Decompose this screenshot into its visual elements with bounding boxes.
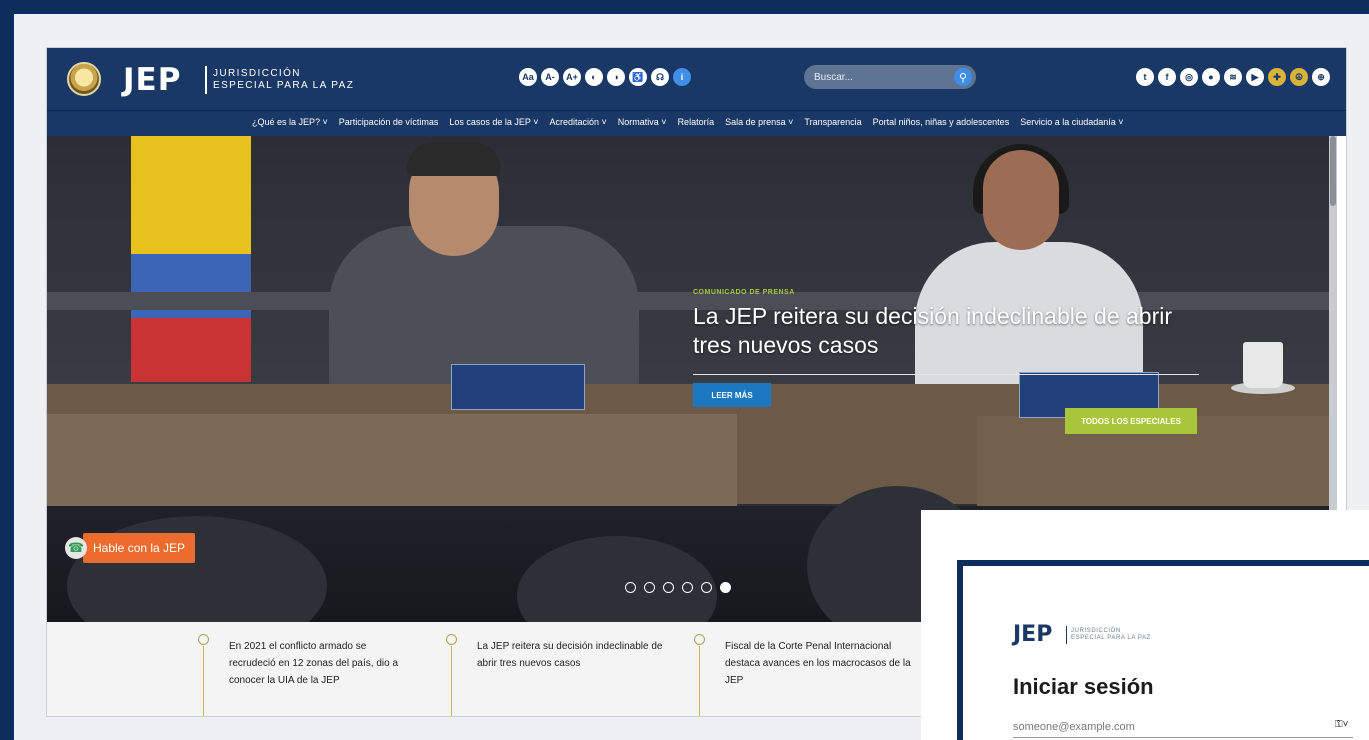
login-logo-divider: [1066, 626, 1067, 644]
hero-photo-nameplate: [451, 364, 585, 410]
flickr-icon[interactable]: ●: [1202, 68, 1220, 86]
carousel-dot-1[interactable]: [625, 582, 636, 593]
timeline-dot-icon: [446, 634, 457, 645]
nav-item-casos[interactable]: Los casos de la JEP ˅: [449, 117, 538, 127]
colombia-flag-image: [131, 136, 251, 382]
nav-item-que-es[interactable]: ¿Qué es la JEP? ˅: [252, 117, 328, 127]
login-logo-subtitle-line2: ESPECIAL PARA LA PAZ: [1071, 635, 1151, 641]
peace-icon[interactable]: ☮: [1290, 68, 1308, 86]
accessibility-icon[interactable]: ♿: [629, 68, 647, 86]
facebook-icon[interactable]: f: [1158, 68, 1176, 86]
nav-item-participacion[interactable]: Participación de víctimas: [339, 117, 439, 127]
talk-to-jep-label: Hable con la JEP: [83, 533, 196, 563]
nav-item-servicio[interactable]: Servicio a la ciudadanía ˅: [1020, 117, 1123, 127]
font-size-icon[interactable]: Aa: [519, 68, 537, 86]
phone-icon: ☎: [65, 537, 87, 559]
grayscale-icon[interactable]: ◑: [607, 68, 625, 86]
hero-photo-cup: [1243, 342, 1283, 388]
timeline-dot-icon: [198, 634, 209, 645]
nav-item-transparencia[interactable]: Transparencia: [804, 117, 861, 127]
spotify-icon[interactable]: ≋: [1224, 68, 1242, 86]
main-navigation: ¿Qué es la JEP? ˅ Participación de vícti…: [47, 110, 1346, 136]
login-jep-logo: JEP: [1013, 622, 1053, 647]
social-links: t f ◎ ● ≋ ▶ ✚ ☮ ⊕: [1136, 68, 1330, 86]
login-logo-subtitle-line1: JURISDICCIÓN: [1071, 628, 1121, 634]
carousel-dot-6[interactable]: [720, 582, 731, 593]
language-globe-icon[interactable]: ⊕: [1312, 68, 1330, 86]
carousel-dot-5[interactable]: [701, 582, 712, 593]
carousel-dot-4[interactable]: [682, 582, 693, 593]
accessibility-toolbar: Aa A- A+ ◐ ◑ ♿ ☊ i: [519, 68, 691, 86]
twitter-icon[interactable]: t: [1136, 68, 1154, 86]
carousel-dot-2[interactable]: [644, 582, 655, 593]
carousel-dot-3[interactable]: [663, 582, 674, 593]
all-specials-button[interactable]: TODOS LOS ESPECIALES: [1065, 408, 1197, 434]
hero-headline[interactable]: La JEP reitera su decisión indeclinable …: [693, 302, 1193, 360]
logo-divider: [205, 66, 207, 94]
email-field[interactable]: [1013, 716, 1353, 738]
read-more-button[interactable]: LEER MÁS: [693, 383, 771, 407]
hero-scrollbar-thumb[interactable]: [1330, 136, 1336, 206]
jep-logo[interactable]: JEP: [123, 62, 181, 98]
top-header: JEP JURISDICCIÓN ESPECIAL PARA LA PAZ Aa…: [47, 48, 1346, 110]
nav-item-prensa[interactable]: Sala de prensa ˅: [725, 117, 793, 127]
search-input[interactable]: [814, 69, 944, 85]
news-item-text[interactable]: En 2021 el conflicto armado se recrudeci…: [229, 638, 415, 689]
logo-subtitle-line1: JURISDICCIÓN: [213, 68, 301, 79]
nav-item-normativa[interactable]: Normativa ˅: [618, 117, 667, 127]
hearing-icon[interactable]: ☊: [651, 68, 669, 86]
nav-item-relatoria[interactable]: Relatoría: [678, 117, 715, 127]
news-item-text[interactable]: La JEP reitera su decisión indeclinable …: [477, 638, 663, 672]
hero-tag: COMUNICADO DE PRENSA: [693, 289, 795, 296]
emblem-icon[interactable]: ✚: [1268, 68, 1286, 86]
font-increase-icon[interactable]: A+: [563, 68, 581, 86]
nav-item-acreditacion[interactable]: Acreditación ˅: [549, 117, 606, 127]
font-decrease-icon[interactable]: A-: [541, 68, 559, 86]
search-box: ⚲: [804, 65, 976, 89]
contrast-icon[interactable]: ◐: [585, 68, 603, 86]
info-icon[interactable]: i: [673, 68, 691, 86]
hero-photo-magistrate-head: [983, 150, 1059, 250]
timeline-dot-icon: [694, 634, 705, 645]
login-panel: JEP JURISDICCIÓN ESPECIAL PARA LA PAZ In…: [957, 560, 1369, 740]
youtube-icon[interactable]: ▶: [1246, 68, 1264, 86]
hero-photo-speaker-hair: [407, 142, 501, 176]
hero-divider: [693, 374, 1199, 375]
logo-subtitle: JURISDICCIÓN ESPECIAL PARA LA PAZ: [213, 68, 354, 92]
login-logo-subtitle: JURISDICCIÓN ESPECIAL PARA LA PAZ: [1071, 628, 1151, 642]
login-title: Iniciar sesión: [1013, 674, 1154, 699]
carousel-pagination: [625, 582, 731, 593]
search-icon[interactable]: ⚲: [954, 68, 972, 86]
talk-to-jep-button[interactable]: ☎ Hable con la JEP: [65, 533, 196, 563]
instagram-icon[interactable]: ◎: [1180, 68, 1198, 86]
key-icon[interactable]: ⚿˅: [1335, 719, 1348, 730]
logo-subtitle-line2: ESPECIAL PARA LA PAZ: [213, 80, 355, 91]
news-item-text[interactable]: Fiscal de la Corte Penal Internacional d…: [725, 638, 911, 689]
nav-item-portal-ninos[interactable]: Portal niños, niñas y adolescentes: [873, 117, 1010, 127]
colombia-seal-icon[interactable]: [67, 62, 101, 96]
